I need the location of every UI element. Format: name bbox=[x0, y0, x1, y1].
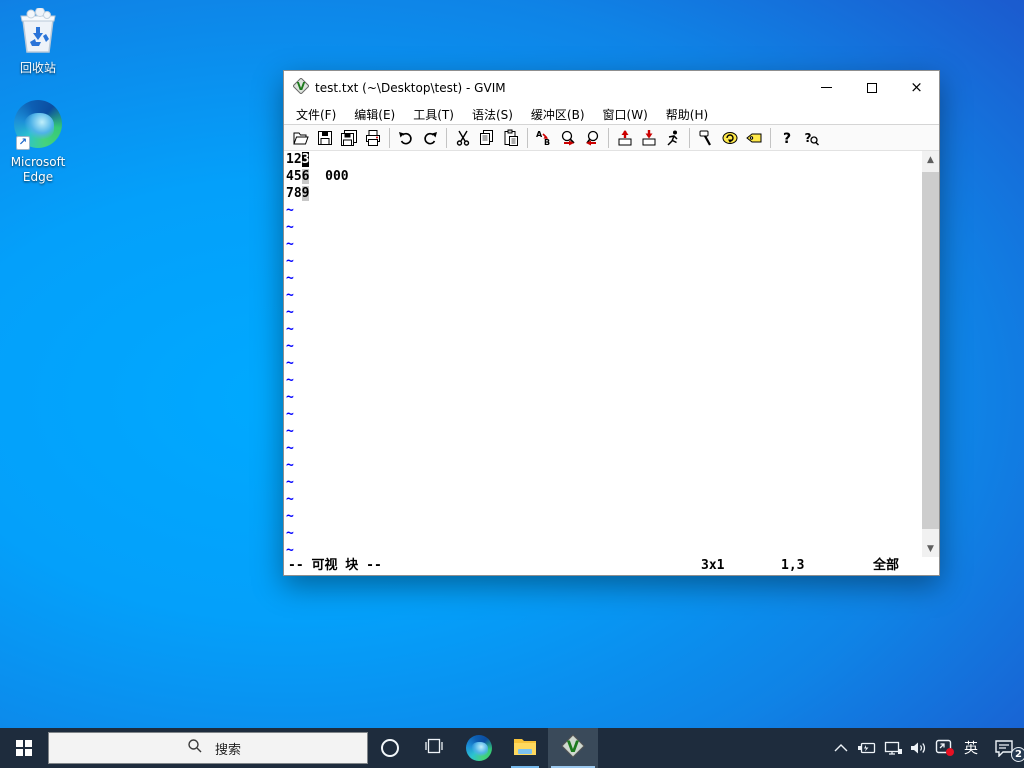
save-icon[interactable] bbox=[313, 127, 337, 149]
svg-text:V: V bbox=[297, 80, 306, 93]
editor-line-1: 123 bbox=[286, 151, 922, 168]
close-icon: × bbox=[910, 80, 923, 95]
task-view-icon bbox=[425, 738, 443, 758]
start-button[interactable] bbox=[0, 728, 48, 768]
toolbar-separator bbox=[608, 128, 609, 148]
empty-buffer-tildes: ~~~~~~~~~~~~~~~~~~~~~ bbox=[286, 202, 922, 557]
visual-block-selection: 9 bbox=[302, 186, 310, 201]
recycle-bin-icon bbox=[16, 39, 60, 58]
title-bar[interactable]: V test.txt (~\Desktop\test) - GVIM × bbox=[284, 71, 939, 104]
window-title: test.txt (~\Desktop\test) - GVIM bbox=[315, 81, 804, 95]
taskbar-file-explorer-button[interactable] bbox=[502, 728, 548, 768]
cortana-button[interactable] bbox=[368, 728, 412, 768]
taskbar: 搜索 V bbox=[0, 728, 1024, 768]
session-save-icon[interactable] bbox=[637, 127, 661, 149]
vim-app-icon: V bbox=[293, 78, 309, 98]
svg-text:B: B bbox=[544, 138, 550, 147]
taskbar-gvim-button-active[interactable]: V bbox=[548, 728, 598, 768]
menu-tools[interactable]: 工具(T) bbox=[404, 106, 463, 123]
minimize-button[interactable] bbox=[804, 71, 849, 104]
vertical-scrollbar[interactable]: ▲ ▼ bbox=[922, 151, 939, 557]
session-load-icon[interactable] bbox=[613, 127, 637, 149]
hidden-icons-chevron[interactable] bbox=[828, 728, 854, 768]
tool-bar: AB ? ? bbox=[284, 125, 939, 151]
svg-text:?: ? bbox=[805, 131, 812, 145]
svg-text:A: A bbox=[536, 130, 543, 139]
make-icon[interactable] bbox=[694, 127, 718, 149]
copy-icon[interactable] bbox=[475, 127, 499, 149]
jump-to-tag-icon[interactable] bbox=[742, 127, 766, 149]
gvim-window: V test.txt (~\Desktop\test) - GVIM × 文件(… bbox=[283, 70, 940, 576]
network-icon[interactable] bbox=[880, 728, 906, 768]
desktop-icon-recycle-bin[interactable]: 回收站 bbox=[0, 8, 76, 76]
open-icon[interactable] bbox=[289, 127, 313, 149]
menu-help[interactable]: 帮助(H) bbox=[657, 106, 717, 123]
toolbar-separator bbox=[770, 128, 771, 148]
notification-center-button[interactable]: 2 bbox=[984, 728, 1024, 768]
menu-window[interactable]: 窗口(W) bbox=[594, 106, 657, 123]
status-bar: -- 可视 块 -- 3x1 1,3 全部 bbox=[284, 557, 939, 575]
find-next-icon[interactable] bbox=[556, 127, 580, 149]
editor-line-3: 789 bbox=[286, 185, 922, 202]
menu-buffers[interactable]: 缓冲区(B) bbox=[522, 106, 594, 123]
scroll-up-icon[interactable]: ▲ bbox=[922, 151, 939, 168]
windows-logo-icon bbox=[16, 740, 32, 756]
volume-icon[interactable] bbox=[906, 728, 932, 768]
search-icon bbox=[187, 738, 203, 758]
svg-text:V: V bbox=[567, 737, 580, 756]
taskbar-search-input[interactable]: 搜索 bbox=[48, 732, 368, 764]
scroll-position-indicator: 全部 bbox=[873, 557, 899, 575]
find-replace-icon[interactable]: AB bbox=[532, 127, 556, 149]
desktop-icon-edge[interactable]: ↗ Microsoft Edge bbox=[0, 100, 76, 185]
paste-icon[interactable] bbox=[499, 127, 523, 149]
vim-icon: V bbox=[561, 734, 585, 762]
cursor-position-indicator: 1,3 bbox=[781, 557, 804, 575]
undo-icon[interactable] bbox=[394, 127, 418, 149]
system-tray: 英 2 bbox=[828, 728, 1024, 768]
text-editor-area[interactable]: 123 456 000 789 ~~~~~~~~~~~~~~~~~~~~~ bbox=[284, 151, 922, 557]
scroll-down-icon[interactable]: ▼ bbox=[922, 540, 939, 557]
ime-indicator[interactable]: 英 bbox=[958, 728, 984, 768]
task-view-button[interactable] bbox=[412, 728, 456, 768]
block-size-indicator: 3x1 bbox=[701, 557, 724, 575]
close-button[interactable]: × bbox=[894, 71, 939, 104]
toolbar-separator bbox=[446, 128, 447, 148]
toolbar-separator bbox=[527, 128, 528, 148]
menu-bar: 文件(F) 编辑(E) 工具(T) 语法(S) 缓冲区(B) 窗口(W) 帮助(… bbox=[284, 104, 939, 124]
print-icon[interactable] bbox=[361, 127, 385, 149]
cut-icon[interactable] bbox=[451, 127, 475, 149]
cortana-icon bbox=[381, 739, 399, 757]
find-prev-icon[interactable] bbox=[580, 127, 604, 149]
maximize-icon bbox=[867, 83, 877, 93]
redo-icon[interactable] bbox=[418, 127, 442, 149]
save-all-icon[interactable] bbox=[337, 127, 361, 149]
toolbar-separator bbox=[389, 128, 390, 148]
maximize-button[interactable] bbox=[849, 71, 894, 104]
menu-file[interactable]: 文件(F) bbox=[287, 106, 345, 123]
notification-badge: 2 bbox=[1011, 747, 1024, 762]
file-explorer-icon bbox=[513, 735, 537, 761]
screen-alert-icon[interactable] bbox=[932, 728, 958, 768]
find-in-help-icon[interactable]: ? bbox=[799, 127, 823, 149]
edge-icon bbox=[466, 735, 492, 761]
menu-edit[interactable]: 编辑(E) bbox=[345, 106, 404, 123]
taskbar-edge-button[interactable] bbox=[456, 728, 502, 768]
power-icon[interactable] bbox=[854, 728, 880, 768]
menu-syntax[interactable]: 语法(S) bbox=[463, 106, 522, 123]
recycle-bin-label: 回收站 bbox=[0, 61, 76, 76]
shortcut-arrow-icon: ↗ bbox=[16, 136, 30, 150]
edge-label: Microsoft Edge bbox=[0, 155, 76, 185]
toolbar-separator bbox=[689, 128, 690, 148]
run-script-icon[interactable] bbox=[661, 127, 685, 149]
search-placeholder: 搜索 bbox=[215, 739, 241, 758]
cursor-block: 3 bbox=[302, 152, 310, 167]
minimize-icon bbox=[821, 87, 832, 88]
editor-line-2: 456 000 bbox=[286, 168, 922, 185]
edge-icon: ↗ bbox=[14, 100, 62, 148]
mode-indicator: -- 可视 块 -- bbox=[288, 557, 382, 575]
scrollbar-thumb[interactable] bbox=[922, 172, 939, 529]
svg-text:?: ? bbox=[783, 131, 791, 147]
build-tags-icon[interactable] bbox=[718, 127, 742, 149]
help-icon[interactable]: ? bbox=[775, 127, 799, 149]
